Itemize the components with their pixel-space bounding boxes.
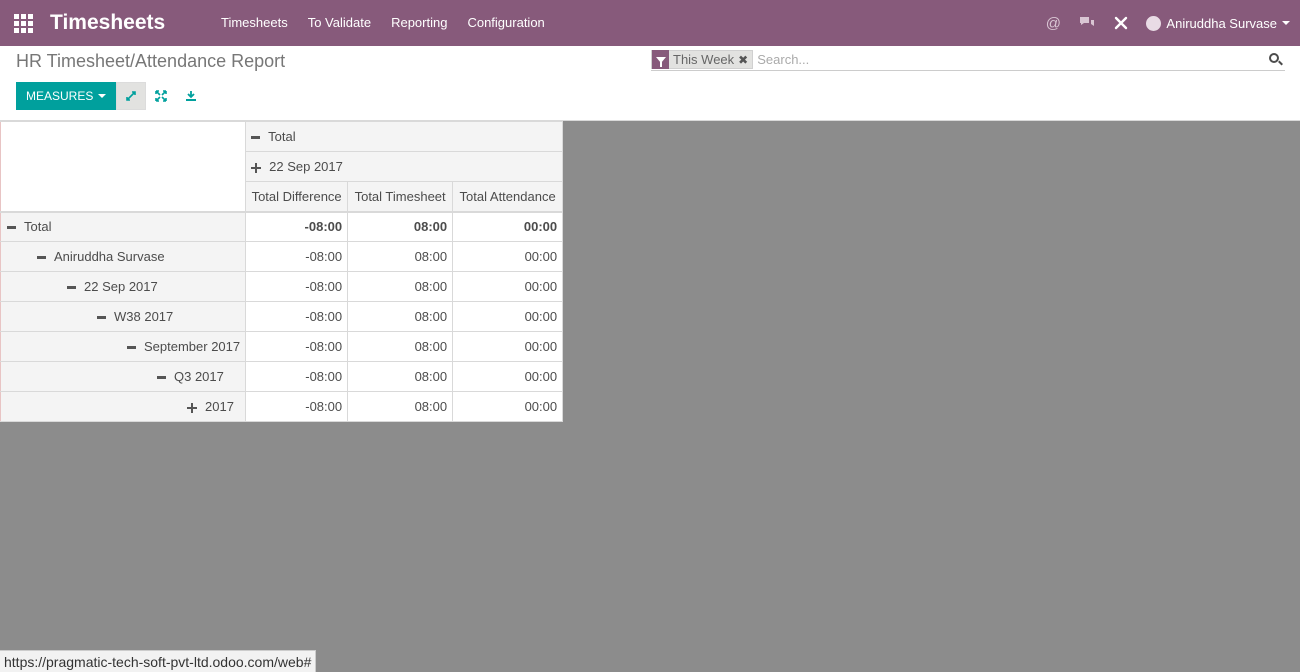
chat-icon[interactable] [1070, 0, 1104, 46]
col-header-date[interactable]: 22 Sep 2017 [245, 151, 564, 182]
pivot-cell[interactable]: 00:00 [452, 241, 564, 272]
table-row: W38 2017 -08:00 08:00 00:00 [0, 301, 564, 332]
menu-item-configuration[interactable]: Configuration [457, 0, 554, 46]
download-icon[interactable] [176, 82, 206, 110]
measure-header[interactable]: Total Difference [245, 181, 349, 212]
avatar [1146, 15, 1162, 31]
navbar-right: @ Aniruddha Survase [1036, 0, 1300, 46]
search-input[interactable] [757, 49, 1267, 70]
collapse-icon [7, 226, 16, 230]
pivot-cell[interactable]: 08:00 [347, 210, 454, 242]
collapse-icon [157, 376, 166, 380]
measure-header[interactable]: Total Timesheet [347, 181, 454, 212]
control-panel: HR Timesheet/Attendance Report This Week… [0, 46, 1300, 121]
close-icon[interactable]: ✖ [738, 53, 752, 67]
pivot-cell[interactable]: -08:00 [245, 361, 349, 392]
pivot-cell[interactable]: 00:00 [452, 271, 564, 302]
pivot-cell[interactable]: 08:00 [347, 301, 454, 332]
facet-label: This Week [673, 52, 735, 67]
pivot-cell[interactable]: 00:00 [452, 391, 564, 422]
main-menu: Timesheets To Validate Reporting Configu… [211, 0, 555, 46]
pivot-cell[interactable]: 00:00 [452, 301, 564, 332]
user-name: Aniruddha Survase [1166, 15, 1277, 31]
pivot-cell[interactable]: -08:00 [245, 301, 349, 332]
table-row: 22 Sep 2017 -08:00 08:00 00:00 [0, 271, 564, 302]
measure-header[interactable]: Total Attendance [452, 181, 564, 212]
menu-item-to-validate[interactable]: To Validate [298, 0, 381, 46]
row-header-label: 22 Sep 2017 [84, 279, 158, 294]
row-header-label: Q3 2017 [174, 369, 224, 384]
pivot-cell[interactable]: 08:00 [347, 361, 454, 392]
apps-menu-icon[interactable] [0, 0, 46, 46]
menu-item-reporting[interactable]: Reporting [381, 0, 457, 46]
table-row: 2017 -08:00 08:00 00:00 [0, 391, 564, 422]
pivot-cell[interactable]: -08:00 [245, 391, 349, 422]
app-title: Timesheets [50, 11, 166, 34]
row-header[interactable]: Q3 2017 [0, 361, 247, 392]
status-url: https://pragmatic-tech-soft-pvt-ltd.odoo… [0, 650, 317, 672]
row-header[interactable]: Aniruddha Survase [0, 241, 247, 272]
flip-axis-icon[interactable] [116, 82, 147, 110]
breadcrumb: HR Timesheet/Attendance Report [16, 51, 286, 71]
pivot-cell[interactable]: 00:00 [452, 210, 564, 242]
pivot-cell[interactable]: 00:00 [452, 331, 564, 362]
row-header[interactable]: Total [0, 210, 247, 242]
chevron-down-icon [98, 94, 107, 98]
measures-label: MEASURES [26, 89, 94, 103]
collapse-icon [67, 286, 76, 290]
expand-icon [187, 402, 197, 413]
expand-all-icon[interactable] [146, 82, 176, 110]
pivot-cell[interactable]: 08:00 [347, 331, 454, 362]
search-facet[interactable]: This Week ✖ [651, 50, 754, 69]
row-header[interactable]: 22 Sep 2017 [0, 271, 247, 302]
row-header[interactable]: September 2017 [0, 331, 247, 362]
table-row: Aniruddha Survase -08:00 08:00 00:00 [0, 241, 564, 272]
col-header-total[interactable]: Total [245, 121, 564, 152]
filter-icon [652, 50, 669, 69]
top-navbar: Timesheets Timesheets To Validate Report… [0, 0, 1300, 46]
pivot-cell[interactable]: 08:00 [347, 391, 454, 422]
row-header-label: Aniruddha Survase [54, 249, 165, 264]
user-menu[interactable]: Aniruddha Survase [1138, 15, 1300, 31]
collapse-icon [127, 346, 136, 350]
pivot-corner [0, 121, 247, 212]
pivot-cell[interactable]: -08:00 [245, 331, 349, 362]
at-icon[interactable]: @ [1036, 0, 1070, 46]
row-header-label: W38 2017 [114, 309, 174, 324]
search-view: This Week ✖ [651, 49, 1285, 71]
chevron-down-icon [1282, 21, 1290, 25]
pivot-cell[interactable]: 00:00 [452, 361, 564, 392]
tools-icon[interactable] [1104, 0, 1138, 46]
collapse-icon [37, 256, 46, 260]
pivot-table: Total 22 Sep 2017 Total Difference Total… [0, 121, 564, 422]
measures-button[interactable]: MEASURES [16, 82, 117, 110]
pivot-cell[interactable]: -08:00 [245, 271, 349, 302]
table-row: September 2017 -08:00 08:00 00:00 [0, 331, 564, 362]
row-header-label: 2017 [205, 399, 234, 414]
row-header[interactable]: W38 2017 [0, 301, 247, 332]
pivot-buttons: MEASURES [16, 82, 206, 110]
col-header-total-label: Total [268, 129, 296, 144]
table-row: Q3 2017 -08:00 08:00 00:00 [0, 361, 564, 392]
table-row: Total -08:00 08:00 00:00 [0, 210, 564, 242]
menu-item-timesheets[interactable]: Timesheets [211, 0, 298, 46]
search-icon[interactable] [1267, 50, 1285, 70]
row-header-label: September 2017 [144, 339, 241, 354]
row-header[interactable]: 2017 [0, 391, 247, 422]
row-header-label: Total [24, 219, 52, 235]
pivot-cell[interactable]: 08:00 [347, 271, 454, 302]
collapse-icon [97, 316, 106, 320]
pivot-cell[interactable]: 08:00 [347, 241, 454, 272]
col-header-date-label: 22 Sep 2017 [269, 159, 343, 174]
pivot-cell[interactable]: -08:00 [245, 210, 349, 242]
pivot-cell[interactable]: -08:00 [245, 241, 349, 272]
